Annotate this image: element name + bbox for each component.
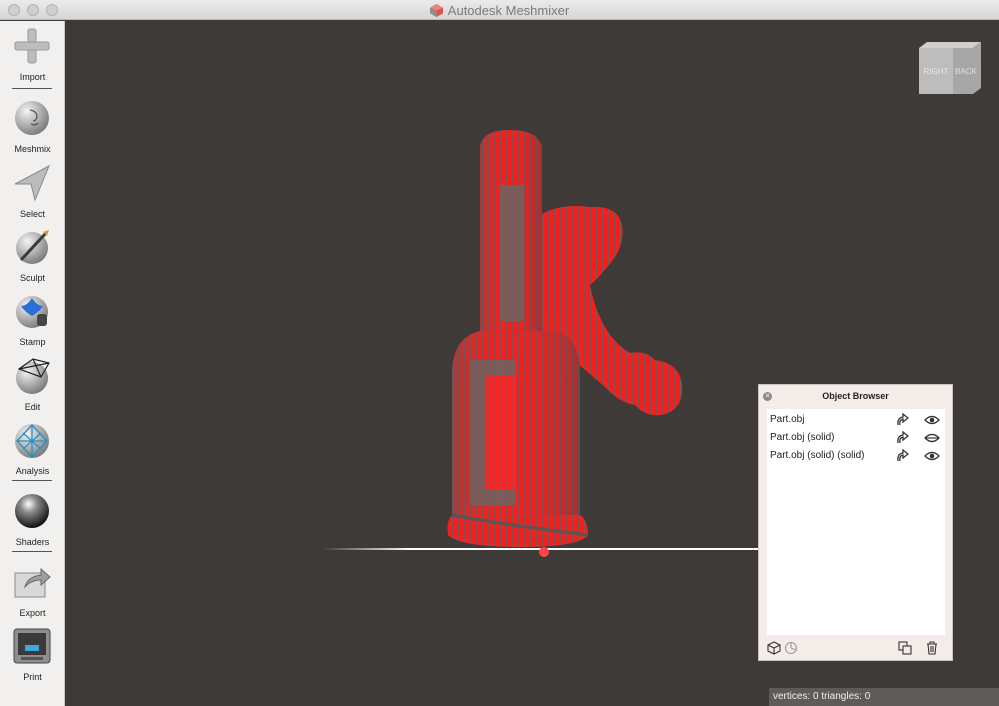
object-name: Part.obj (solid) (solid) <box>770 450 865 461</box>
sculpt-brush-icon <box>16 230 49 264</box>
shader-sphere-icon <box>15 494 49 528</box>
cube-icon[interactable] <box>767 641 781 655</box>
select-arrow-icon <box>14 164 50 202</box>
status-bar: vertices: 0 triangles: 0 <box>769 688 999 706</box>
tool-label: Shaders <box>15 537 50 547</box>
export-tool-button[interactable]: Export <box>0 563 65 627</box>
meshmix-face-icon <box>15 101 49 135</box>
tool-label: Sculpt <box>19 273 45 283</box>
tool-label: Meshmix <box>14 144 51 154</box>
tool-label: Import <box>19 72 46 82</box>
edit-mesh-icon <box>16 358 50 394</box>
tool-label: Edit <box>24 402 41 412</box>
export-icon <box>14 567 51 598</box>
toolbar-divider <box>12 551 52 552</box>
tool-label: Analysis <box>15 466 50 476</box>
object-list: Part.obj Part.obj (solid) Part.obj (soli… <box>767 409 945 635</box>
import-tool-button[interactable]: Import <box>0 27 65 91</box>
object-list-item[interactable]: Part.obj (solid) (solid) <box>767 447 945 465</box>
edit-tool-button[interactable]: Edit <box>0 357 65 421</box>
stamp-icon <box>16 296 48 328</box>
view-cube[interactable]: RIGHT BACK <box>919 42 981 98</box>
tool-palette: Import Meshmix Select Sculpt Stamp Edit … <box>0 21 65 706</box>
window-title-wrap: Autodesk Meshmixer <box>0 3 999 18</box>
make-target-icon[interactable] <box>895 449 909 463</box>
plus-icon <box>14 28 50 64</box>
viewcube-right-face: RIGHT <box>924 67 949 76</box>
trash-icon[interactable] <box>925 641 939 655</box>
object-name: Part.obj (solid) <box>770 432 835 443</box>
visibility-eye-icon[interactable] <box>924 414 940 426</box>
object-name: Part.obj <box>770 414 805 425</box>
app-window: Autodesk Meshmixer Import Meshmix Select… <box>0 0 999 706</box>
toolbar-divider <box>12 480 52 481</box>
viewcube-back-face: BACK <box>955 67 977 76</box>
meshmix-tool-button[interactable]: Meshmix <box>0 99 65 163</box>
tool-label: Stamp <box>19 337 46 347</box>
tool-label: Export <box>19 608 46 618</box>
analysis-tool-button[interactable]: Analysis <box>0 421 65 485</box>
visibility-eye-closed-icon[interactable] <box>924 432 940 444</box>
title-bar: Autodesk Meshmixer <box>0 0 999 20</box>
make-target-icon[interactable] <box>895 431 909 445</box>
select-tool-button[interactable]: Select <box>0 164 65 228</box>
object-browser-title: Object Browser <box>822 391 889 401</box>
stamp-tool-button[interactable]: Stamp <box>0 292 65 356</box>
meshmixer-logo-icon <box>429 4 443 17</box>
object-browser-panel: ✕ Object Browser Part.obj Part.obj (soli… <box>758 384 953 661</box>
duplicate-icon[interactable] <box>898 641 912 655</box>
toolbar-divider <box>12 88 52 89</box>
window-title: Autodesk Meshmixer <box>447 3 570 18</box>
tool-label: Print <box>23 672 42 682</box>
analysis-mesh-icon <box>15 424 49 458</box>
printer-icon <box>13 628 51 664</box>
object-list-item[interactable]: Part.obj <box>767 411 945 429</box>
object-list-item[interactable]: Part.obj (solid) <box>767 429 945 447</box>
mesh-model[interactable] <box>440 125 690 560</box>
make-target-icon[interactable] <box>895 413 909 427</box>
shaders-tool-button[interactable]: Shaders <box>0 492 65 556</box>
print-tool-button[interactable]: Print <box>0 627 65 691</box>
tool-label: Select <box>19 209 45 219</box>
pie-chart-icon[interactable] <box>784 641 798 655</box>
sculpt-tool-button[interactable]: Sculpt <box>0 228 65 292</box>
visibility-eye-icon[interactable] <box>924 450 940 462</box>
